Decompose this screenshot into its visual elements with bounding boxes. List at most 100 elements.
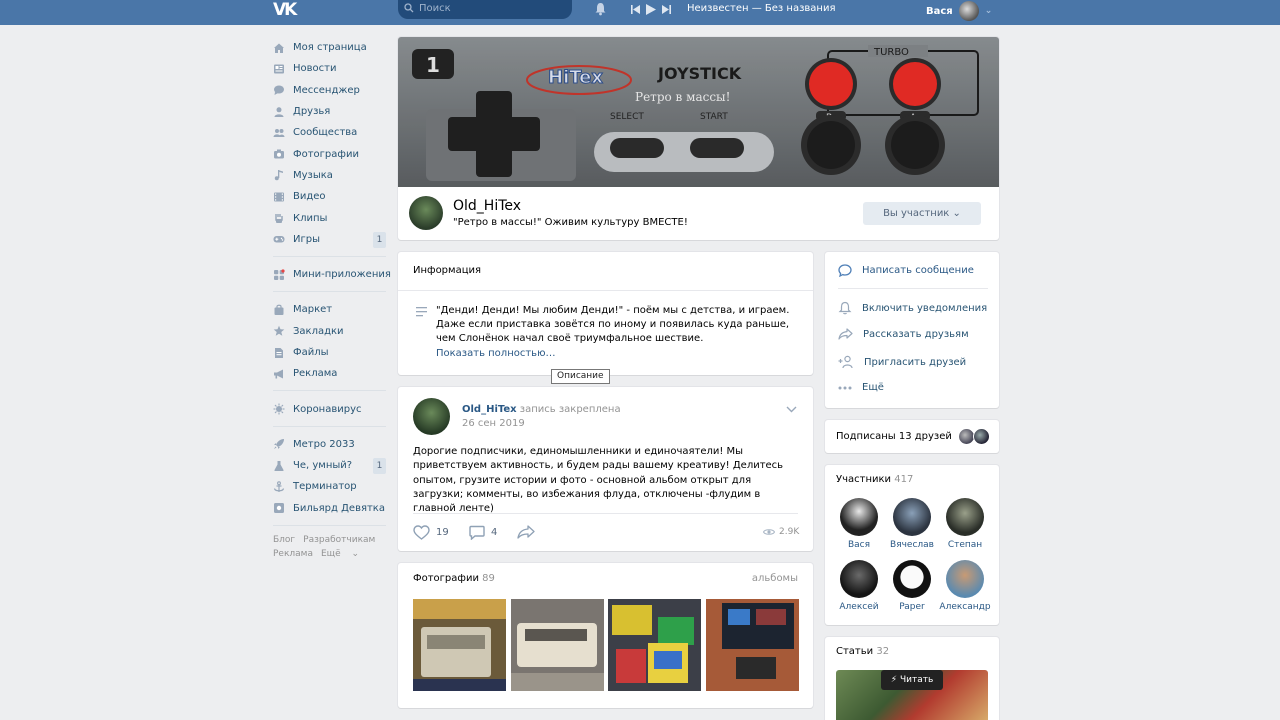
footer-link-blog[interactable]: Блог <box>273 535 295 545</box>
nav-item-groups[interactable]: Сообщества <box>273 122 386 143</box>
nav-item-music[interactable]: Музыка <box>273 165 386 186</box>
nav-item-news[interactable]: Новости <box>273 58 386 79</box>
comment-button[interactable]: 4 <box>469 525 497 540</box>
post-text: Дорогие подписчики, единомышленники и ед… <box>413 446 784 515</box>
photo-thumbnail[interactable] <box>413 599 506 691</box>
invite-friends-button[interactable]: Пригласить друзей <box>838 355 966 369</box>
share-icon <box>838 328 853 340</box>
nav-item-games[interactable]: Игры 1 <box>273 229 386 250</box>
albums-link[interactable]: альбомы <box>752 573 798 584</box>
divider <box>413 513 798 514</box>
photos-title[interactable]: Фотографии 89 <box>413 573 495 584</box>
read-article-button[interactable]: ⚡ Читать <box>881 670 943 690</box>
member-item[interactable]: Алексей <box>829 560 889 612</box>
post-author-name[interactable]: Old_HiTex <box>462 404 517 415</box>
member-item[interactable]: Вячеслав <box>882 498 942 550</box>
like-button[interactable]: 19 <box>413 525 449 540</box>
post-date[interactable]: 26 сен 2019 <box>462 418 525 429</box>
gamepad-icon <box>273 233 285 245</box>
show-more-link[interactable]: Показать полностью… <box>436 348 556 359</box>
post-header: Old_HiTex запись закреплена <box>462 404 621 415</box>
avatar <box>840 498 878 536</box>
nav-item-bookmarks[interactable]: Закладки <box>273 321 386 342</box>
member-item[interactable]: Степан <box>935 498 995 550</box>
member-button[interactable]: Вы участник ⌄ <box>863 202 981 225</box>
group-status: "Ретро в массы!" Оживим культуру ВМЕСТЕ! <box>453 217 688 228</box>
member-item[interactable]: Вася <box>829 498 889 550</box>
nav-item-video[interactable]: Видео <box>273 186 386 207</box>
members-count: 417 <box>894 474 914 485</box>
avatar <box>946 560 984 598</box>
chevron-down-icon: ⌄ <box>952 208 961 219</box>
nav-item-billiards[interactable]: Бильярд Девятка <box>273 498 386 519</box>
footer-link-ads[interactable]: Реклама <box>273 549 313 559</box>
nav-item-my-page[interactable]: Моя страница <box>273 37 386 58</box>
chevron-down-icon[interactable] <box>786 406 797 413</box>
user-menu[interactable]: Вася ⌄ <box>926 1 992 21</box>
tell-friends-button[interactable]: Рассказать друзьям <box>838 328 969 340</box>
members-title[interactable]: Участники 417 <box>836 474 913 485</box>
heart-icon <box>413 525 430 540</box>
next-track-icon[interactable] <box>662 4 671 14</box>
nav-divider <box>273 425 386 427</box>
nav-item-files[interactable]: Файлы <box>273 342 386 363</box>
more-button[interactable]: Ещё <box>838 382 884 393</box>
enable-notifications-button[interactable]: Включить уведомления <box>838 301 987 315</box>
subscribed-friends-card[interactable]: Подписаны 13 друзей <box>825 420 999 453</box>
cover-start-label: START <box>700 112 728 122</box>
nav-item-messenger[interactable]: Мессенджер <box>273 80 386 101</box>
member-item[interactable]: Paper <box>882 560 942 612</box>
track-title[interactable]: Неизвестен — Без названия <box>687 3 835 14</box>
like-count: 19 <box>436 527 449 538</box>
group-cover[interactable]: 1 HiTex JOYSTICK Ретро в массы! SELECT S… <box>398 37 999 187</box>
nav-item-photos[interactable]: Фотографии <box>273 143 386 164</box>
footer-link-developers[interactable]: Разработчикам <box>303 535 375 545</box>
photo-thumbnail[interactable] <box>706 599 799 691</box>
nav-item-coronavirus[interactable]: Коронавирус <box>273 398 386 419</box>
nav-item-terminator[interactable]: Терминатор <box>273 476 386 497</box>
vk-logo[interactable]: VK <box>273 0 299 20</box>
members-card: Участники 417 Вася Вячеслав Степан Алекс… <box>825 465 999 625</box>
friends-icon <box>273 106 285 118</box>
nav-divider <box>273 291 386 293</box>
articles-count: 32 <box>876 646 890 657</box>
nav-item-ads[interactable]: Реклама <box>273 363 386 384</box>
footer-link-more[interactable]: Ещё ⌄ <box>321 549 359 559</box>
nav-item-mini-apps[interactable]: Мини-приложения <box>273 264 391 285</box>
message-icon <box>838 264 852 277</box>
anchor-icon <box>273 481 285 493</box>
group-name: Old_HiTex <box>453 198 522 214</box>
photo-thumbnail[interactable] <box>511 599 604 691</box>
send-message-button[interactable]: Написать сообщение <box>838 264 974 277</box>
avatar <box>840 560 878 598</box>
bell-icon <box>838 301 852 315</box>
play-icon[interactable] <box>646 3 656 15</box>
market-icon <box>273 304 285 316</box>
nav-item-metro-2033[interactable]: Метро 2033 <box>273 434 386 455</box>
share-button[interactable] <box>517 525 535 539</box>
post-author-avatar[interactable] <box>413 398 450 435</box>
nav-item-che-umnyi[interactable]: Че, умный? 1 <box>273 455 386 476</box>
divider <box>398 290 813 291</box>
member-item[interactable]: Александр <box>935 560 995 612</box>
group-description: "Денди! Денди! Мы любим Денди!" - поём м… <box>436 305 790 344</box>
nav-divider <box>273 524 386 526</box>
group-avatar[interactable] <box>409 196 443 230</box>
photo-thumbnail[interactable] <box>608 599 701 691</box>
nav-item-friends[interactable]: Друзья <box>273 101 386 122</box>
cover-joystick-text: JOYSTICK <box>657 64 742 83</box>
more-dots-icon <box>838 386 852 389</box>
views-count: 2.9K <box>779 527 800 537</box>
nav-divider <box>273 255 386 257</box>
search-icon <box>404 3 414 13</box>
groups-icon <box>273 127 285 139</box>
nav-item-clips[interactable]: Клипы <box>273 207 386 228</box>
cover-badge: 1 <box>426 53 440 77</box>
bell-icon[interactable] <box>594 2 607 16</box>
nav-item-market[interactable]: Маркет <box>273 299 386 320</box>
previous-track-icon[interactable] <box>631 4 640 14</box>
friend-avatar <box>973 428 990 445</box>
nav-divider <box>273 390 386 392</box>
search-input[interactable]: Поиск <box>398 0 572 19</box>
articles-title[interactable]: Статьи 32 <box>836 646 889 657</box>
